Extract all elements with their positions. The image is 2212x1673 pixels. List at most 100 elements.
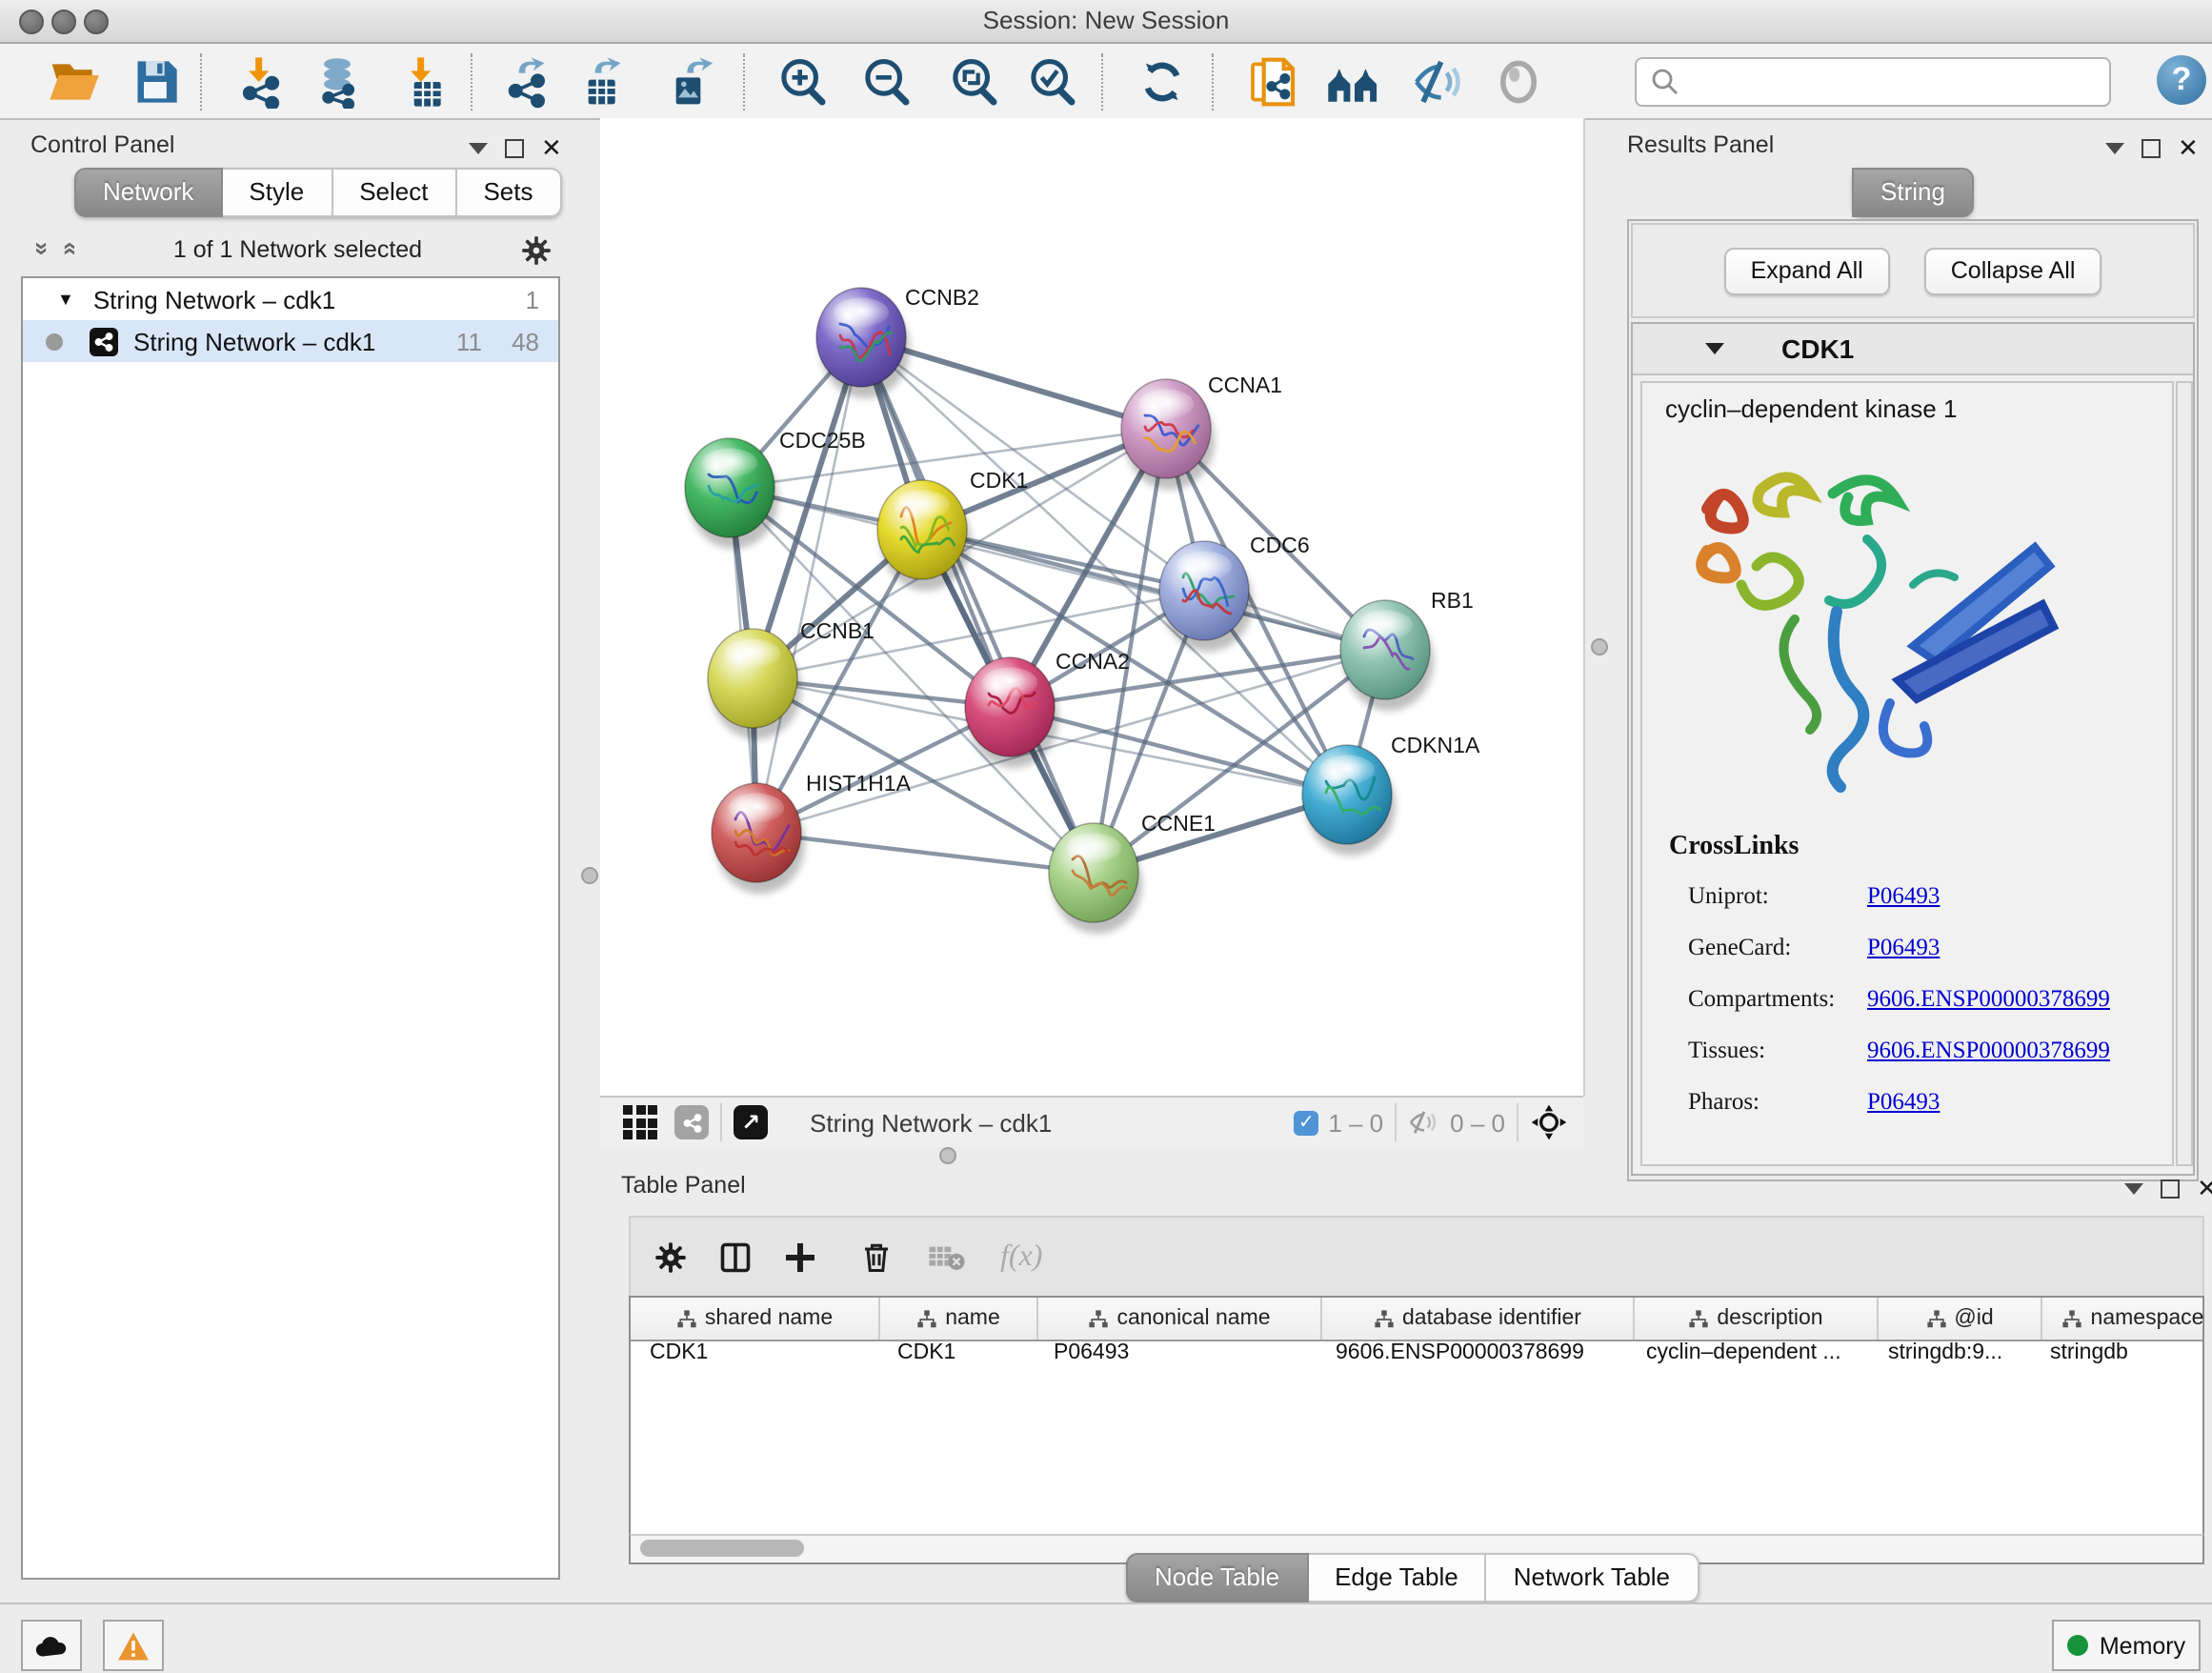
tab-edge-table[interactable]: Edge Table (1308, 1553, 1487, 1602)
cloud-status-button[interactable] (21, 1620, 82, 1671)
hide-graphics-details-icon[interactable] (1406, 51, 1467, 112)
node-CCNA1[interactable]: CCNA1 (1121, 373, 1282, 490)
tab-sets[interactable]: Sets (456, 168, 561, 217)
detach-view-icon[interactable]: ↗ (734, 1105, 768, 1139)
collapse-all-button[interactable]: Collapse All (1924, 247, 2102, 294)
network-label: String Network – cdk1 (133, 327, 375, 355)
results-vertical-scrollbar[interactable] (2176, 381, 2193, 1166)
column-header-database-identifier[interactable]: database identifier (1322, 1298, 1635, 1340)
help-button[interactable]: ? (2157, 55, 2206, 105)
tab-style[interactable]: Style (222, 168, 332, 217)
expand-all-button[interactable]: Expand All (1724, 247, 1890, 294)
gene-header-row[interactable]: CDK1 (1633, 324, 2193, 375)
show-columns-icon[interactable] (718, 1240, 753, 1275)
tab-string[interactable]: String (1852, 168, 1974, 217)
node-CDK1[interactable]: CDK1 (877, 468, 1028, 591)
tab-network[interactable]: Network (74, 168, 222, 217)
tree-expander-icon[interactable]: ▼ (57, 290, 74, 309)
table-cell[interactable]: CDK1 (631, 1341, 878, 1374)
network-overview-icon[interactable] (1324, 51, 1385, 112)
crosslink-value-link[interactable]: 9606.ENSP00000378699 (1867, 985, 2110, 1014)
node-CDKN1A[interactable]: CDKN1A (1302, 733, 1480, 856)
crosslink-value-link[interactable]: P06493 (1867, 882, 1940, 911)
export-table-icon[interactable] (573, 51, 634, 112)
panel-menu-icon[interactable] (2124, 1183, 2143, 1195)
memory-button[interactable]: Memory (2052, 1620, 2201, 1671)
edge-HIST1H1A-CCNE1[interactable] (756, 833, 1094, 873)
node-CDC25B[interactable]: CDC25B (685, 428, 866, 549)
edge-CCNB2-HIST1H1A[interactable] (756, 337, 861, 833)
grid-view-icon[interactable] (623, 1105, 657, 1139)
left-splitter-handle[interactable] (581, 867, 598, 884)
export-network-icon[interactable] (497, 51, 558, 112)
crosslink-value-link[interactable]: 9606.ENSP00000378699 (1867, 1037, 2110, 1065)
import-database-icon[interactable] (307, 51, 368, 112)
node-CCNB2[interactable]: CCNB2 (816, 285, 979, 398)
table-cell[interactable]: stringdb (2031, 1341, 2212, 1374)
table-cell[interactable]: 9606.ENSP00000378699 (1317, 1341, 1627, 1374)
table-cell[interactable]: cyclin–dependent ... (1627, 1341, 1869, 1374)
collapse-all-icon[interactable]: » (36, 232, 50, 267)
column-header-@id[interactable]: @id (1879, 1298, 2042, 1340)
add-column-icon[interactable] (783, 1240, 817, 1275)
column-header-shared-name[interactable]: shared name (631, 1298, 880, 1340)
tab-select[interactable]: Select (332, 168, 456, 217)
table-row[interactable]: CDK1CDK1P064939606.ENSP00000378699cyclin… (631, 1341, 2202, 1374)
import-table-icon[interactable] (392, 51, 453, 112)
float-panel-icon[interactable] (505, 139, 524, 158)
copy-network-icon[interactable] (1242, 51, 1303, 112)
import-network-icon[interactable] (231, 51, 292, 112)
export-image-icon[interactable] (661, 51, 722, 112)
search-field[interactable] (1635, 57, 2111, 107)
panel-menu-icon[interactable] (2105, 143, 2124, 154)
node-CCNB1[interactable]: CCNB1 (708, 618, 875, 739)
column-header-name[interactable]: name (880, 1298, 1038, 1340)
show-graphics-details-icon[interactable] (1488, 51, 1549, 112)
birdseye-crosshair-icon[interactable] (1530, 1103, 1568, 1141)
network-canvas[interactable]: CCNB2 CCNA1 CDC25BCDK1 CDC6 RB1 CCNB1 CCNA2 CDK… (600, 118, 1585, 1096)
node-CCNA2[interactable]: CCNA2 (965, 649, 1130, 768)
network-row-selected[interactable]: String Network – cdk1 11 48 (23, 320, 558, 362)
node-CDC6[interactable]: CDC6 (1159, 533, 1310, 652)
crosslink-value-link[interactable]: P06493 (1867, 934, 1940, 962)
zoom-selected-icon[interactable] (1021, 51, 1082, 112)
float-panel-icon[interactable] (2142, 139, 2161, 158)
column-header-description[interactable]: description (1635, 1298, 1879, 1340)
zoom-in-icon[interactable] (772, 51, 833, 112)
column-header-canonical-name[interactable]: canonical name (1038, 1298, 1322, 1340)
node-CCNE1[interactable]: CCNE1 (1049, 811, 1216, 934)
network-options-gear-icon[interactable] (520, 233, 553, 266)
delete-column-trash-icon[interactable] (859, 1240, 894, 1275)
node-HIST1H1A[interactable]: HIST1H1A (712, 771, 912, 894)
scrollbar-thumb[interactable] (640, 1540, 804, 1557)
node-RB1[interactable]: RB1 (1340, 588, 1474, 711)
table-cell[interactable]: CDK1 (878, 1341, 1035, 1374)
right-splitter-handle[interactable] (1591, 638, 1608, 655)
string-network-graph[interactable]: CCNB2 CCNA1 CDC25BCDK1 CDC6 RB1 CCNB1 CCNA2 CDK… (600, 118, 1583, 1096)
zoom-out-icon[interactable] (855, 51, 916, 112)
table-options-gear-icon[interactable] (654, 1240, 688, 1275)
table-cell[interactable]: P06493 (1035, 1341, 1317, 1374)
crosslink-value-link[interactable]: P06493 (1867, 1088, 1940, 1117)
expand-all-icon[interactable]: » (61, 232, 74, 267)
share-view-icon[interactable] (674, 1105, 709, 1139)
close-panel-icon[interactable]: ✕ (2197, 1179, 2212, 1199)
refresh-layout-icon[interactable] (1132, 51, 1193, 112)
close-panel-icon[interactable]: ✕ (541, 139, 562, 158)
save-session-icon[interactable] (126, 51, 187, 112)
zoom-fit-icon[interactable] (943, 51, 1004, 112)
close-panel-icon[interactable]: ✕ (2178, 139, 2199, 158)
horizontal-splitter-handle[interactable] (939, 1147, 956, 1164)
tab-network-table[interactable]: Network Table (1487, 1553, 1699, 1602)
search-input[interactable] (1688, 67, 2109, 97)
float-panel-icon[interactable] (2161, 1179, 2180, 1199)
open-file-icon[interactable] (44, 51, 105, 112)
column-header-namespace[interactable]: namespace (2042, 1298, 2212, 1340)
tab-node-table[interactable]: Node Table (1126, 1553, 1308, 1602)
panel-menu-icon[interactable] (469, 143, 488, 154)
network-collection-row[interactable]: ▼ String Network – cdk1 1 (23, 278, 558, 320)
warnings-button[interactable] (103, 1620, 164, 1671)
collapse-gene-icon[interactable] (1705, 343, 1724, 354)
table-cell[interactable]: stringdb:9... (1869, 1341, 2031, 1374)
selected-checkbox-icon[interactable]: ✓ (1294, 1110, 1318, 1135)
